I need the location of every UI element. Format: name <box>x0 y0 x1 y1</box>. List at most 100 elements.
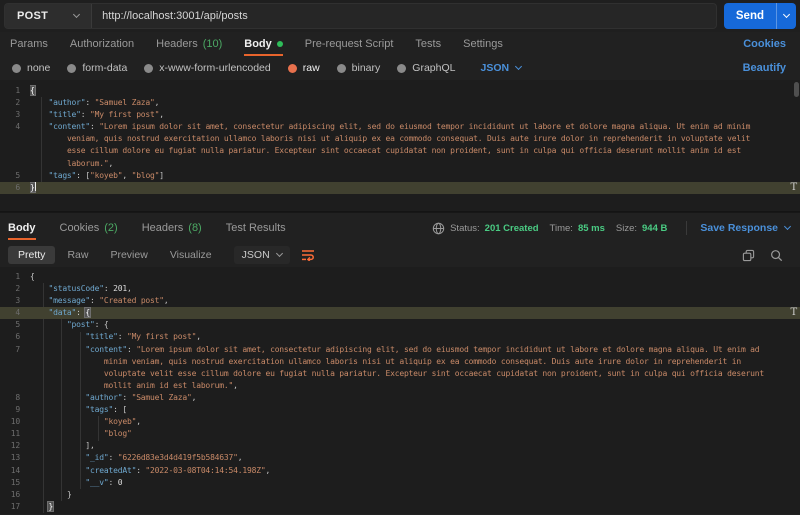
view-raw[interactable]: Raw <box>57 246 98 264</box>
tab-pre-request-script[interactable]: Pre-request Script <box>305 32 394 56</box>
url-text: http://localhost:3001/api/posts <box>102 10 248 22</box>
tab-label: Test Results <box>226 222 286 234</box>
radio-icon <box>67 64 76 73</box>
body-type-options: none form-data x-www-form-urlencoded raw bin… <box>12 62 472 74</box>
view-pretty[interactable]: Pretty <box>8 246 55 264</box>
line-number: 17 <box>0 501 30 513</box>
body-type-x-www-form-urlencoded[interactable]: x-www-form-urlencoded <box>144 62 270 74</box>
body-type-graphql[interactable]: GraphQL <box>397 62 455 74</box>
request-body-editor[interactable]: 1{2 "author": "Samuel Zaza",3 "title": "… <box>0 80 800 212</box>
tab-params[interactable]: Params <box>10 32 48 56</box>
line-number: 5 <box>0 319 30 331</box>
tab-headers[interactable]: Headers(10) <box>156 32 222 56</box>
body-type-none[interactable]: none <box>12 62 50 74</box>
body-type-form-data[interactable]: form-data <box>67 62 127 74</box>
tab-label: Tests <box>415 38 441 50</box>
scrollbar-thumb[interactable] <box>794 82 799 97</box>
send-dropdown[interactable] <box>776 3 796 29</box>
code-text: "author": "Samuel Zaza", <box>30 97 800 109</box>
radio-icon <box>337 64 346 73</box>
tab-tests[interactable]: Tests <box>415 32 441 56</box>
json-key: "author" <box>85 393 122 402</box>
code-line: 7 "content": "Lorem ipsum dolor sit amet… <box>0 344 800 356</box>
radio-label: raw <box>303 62 320 74</box>
radio-label: none <box>27 62 50 74</box>
body-type-raw[interactable]: raw <box>288 62 320 74</box>
body-format-label: JSON <box>480 62 509 74</box>
line-number: 12 <box>0 440 30 452</box>
line-number: 15 <box>0 477 30 489</box>
code-line: 18} <box>0 513 800 514</box>
json-token: 0 <box>118 478 123 487</box>
json-token: : <box>127 345 136 354</box>
view-visualize[interactable]: Visualize <box>160 246 222 264</box>
tab-label: Settings <box>463 38 503 50</box>
radio-label: x-www-form-urlencoded <box>159 62 270 74</box>
tab-settings[interactable]: Settings <box>463 32 503 56</box>
json-token: , <box>122 171 131 180</box>
save-response-button[interactable]: Save Response <box>700 222 790 234</box>
line-number: 3 <box>0 109 30 121</box>
code-text: "koyeb", <box>30 416 800 428</box>
json-token: , <box>238 453 243 462</box>
json-token: : { <box>95 320 109 329</box>
tab-authorization[interactable]: Authorization <box>70 32 134 56</box>
response-tab-test-results[interactable]: Test Results <box>226 216 286 240</box>
code-text: } <box>30 501 800 513</box>
tab-body[interactable]: Body <box>244 32 283 56</box>
json-token <box>30 320 67 329</box>
method-selector[interactable]: POST <box>5 4 92 28</box>
code-line: 6}T <box>0 182 800 194</box>
json-string: "My first post" <box>127 332 196 341</box>
copy-response-button[interactable] <box>738 246 758 264</box>
code-text: { <box>30 271 800 283</box>
json-key: "_id" <box>85 453 108 462</box>
json-token <box>30 490 67 499</box>
json-string: "Samuel Zaza" <box>132 393 192 402</box>
response-meta: Status: 201 Created Time: 85 ms Size: 94… <box>432 221 790 235</box>
json-token <box>30 284 48 293</box>
response-format-dropdown[interactable]: JSON <box>234 246 290 264</box>
view-preview[interactable]: Preview <box>100 246 157 264</box>
body-format-dropdown[interactable]: JSON <box>480 62 521 74</box>
json-key: "content" <box>48 122 90 131</box>
code-text: mollit anim id est laborum.", <box>30 380 800 392</box>
line-number: 7 <box>0 344 30 356</box>
json-token: : <box>122 393 131 402</box>
url-input[interactable]: http://localhost:3001/api/posts <box>92 4 716 28</box>
response-tab-body[interactable]: Body <box>8 216 36 240</box>
code-text: voluptate velit esse cillum dolore eu fu… <box>30 368 800 380</box>
response-tab-headers[interactable]: Headers(8) <box>142 216 202 240</box>
network-globe-icon <box>432 222 445 235</box>
json-token: : <box>104 284 113 293</box>
chevron-down-icon <box>783 11 790 18</box>
text-cursor <box>35 182 36 191</box>
json-token: { <box>30 272 35 281</box>
json-string: "Samuel Zaza" <box>95 98 155 107</box>
cookies-link[interactable]: Cookies <box>743 38 786 50</box>
body-type-binary[interactable]: binary <box>337 62 381 74</box>
send-label: Send <box>724 3 776 29</box>
json-string: voluptate velit esse cillum dolore eu fu… <box>104 369 764 378</box>
wrap-lines-button[interactable] <box>298 246 318 264</box>
response-tab-cookies[interactable]: Cookies (2) <box>60 216 118 240</box>
code-line: 11 "blog" <box>0 428 800 440</box>
json-string: mollit anim id est laborum." <box>104 381 233 390</box>
send-button[interactable]: Send <box>724 3 796 29</box>
tab-count: (2) <box>104 222 117 234</box>
response-body-editor[interactable]: 1{2 "statusCode": 201,3 "message": "Crea… <box>0 267 800 514</box>
json-string: "koyeb" <box>90 171 122 180</box>
json-token <box>30 405 85 414</box>
json-token <box>30 429 104 438</box>
chevron-down-icon <box>276 250 283 257</box>
code-line: 10 "koyeb", <box>0 416 800 428</box>
tab-label: Cookies <box>60 222 100 234</box>
line-number: 13 <box>0 452 30 464</box>
json-string: "koyeb" <box>104 417 136 426</box>
tab-label: Headers <box>156 38 198 50</box>
size-value: 944 B <box>642 223 667 234</box>
search-response-button[interactable] <box>766 246 786 264</box>
beautify-link[interactable]: Beautify <box>743 62 786 74</box>
json-token <box>30 345 85 354</box>
line-number: 1 <box>0 85 30 97</box>
